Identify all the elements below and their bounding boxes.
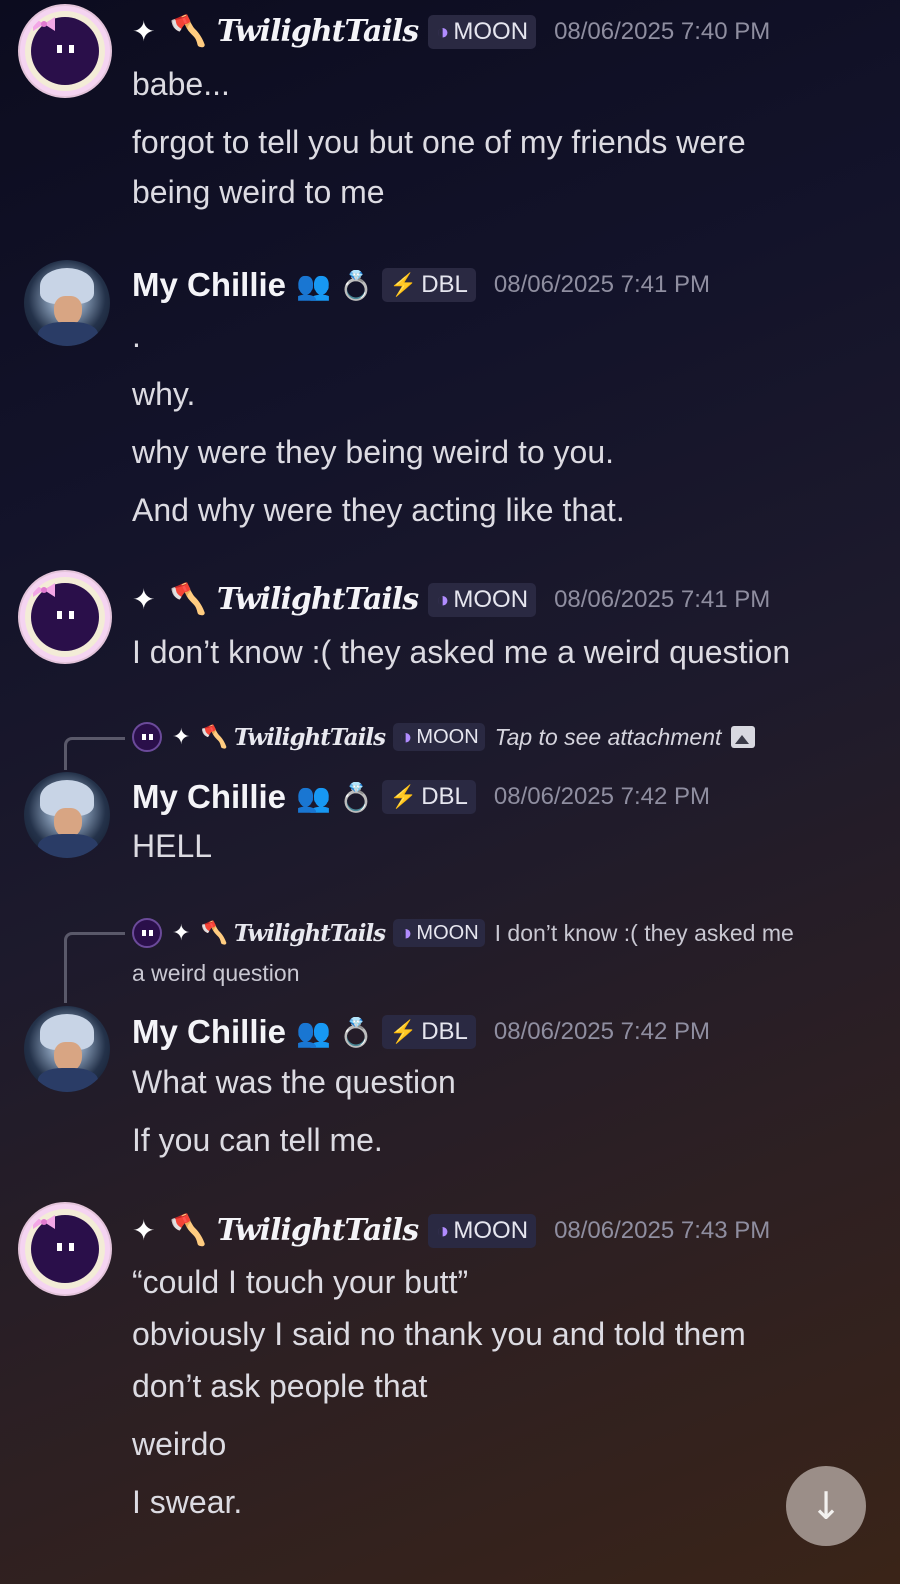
- reply-username: TwilightTails: [233, 919, 386, 947]
- axe-icon: 🪓: [169, 14, 207, 49]
- timestamp: 08/06/2025 7:42 PM: [493, 783, 711, 810]
- sparkle-icon: ✦: [132, 583, 156, 616]
- twilight-avatar[interactable]: [20, 1204, 110, 1294]
- message-text: babe...: [132, 66, 230, 102]
- twilight-avatar[interactable]: [20, 572, 110, 662]
- bow-icon: [33, 17, 55, 31]
- message-text: .: [132, 318, 141, 354]
- reply-preview[interactable]: ✦ 🪓 TwilightTails ◑ MOON Tap to see attac…: [132, 722, 756, 752]
- axe-icon: 🪓: [169, 582, 207, 617]
- server-tag: ◑ MOON: [393, 919, 485, 947]
- message-text: And why were they acting like that.: [132, 492, 625, 528]
- server-tag[interactable]: ◑ MOON: [428, 1213, 537, 1248]
- chillie-avatar[interactable]: [24, 1006, 110, 1092]
- reply-snippet: I don’t know :( they asked me: [494, 919, 794, 946]
- lightning-icon: ⚡: [389, 1019, 418, 1044]
- server-tag: ◑ MOON: [393, 723, 485, 751]
- people-icon: 👥: [296, 1015, 331, 1049]
- timestamp: 08/06/2025 7:43 PM: [554, 1216, 771, 1244]
- timestamp: 08/06/2025 7:41 PM: [493, 271, 711, 298]
- server-tag[interactable]: ⚡ DBL: [381, 780, 476, 814]
- twilight-avatar[interactable]: [20, 6, 110, 96]
- username[interactable]: TwilightTails: [217, 1213, 419, 1248]
- username[interactable]: My Chillie: [132, 266, 286, 304]
- moon-icon: ◑: [436, 18, 450, 44]
- face-icon: [57, 611, 74, 619]
- message-text: “could I touch your butt”: [132, 1264, 469, 1300]
- timestamp: 08/06/2025 7:40 PM: [554, 17, 771, 45]
- server-tag[interactable]: ⚡ DBL: [381, 268, 476, 302]
- moon-icon: ◑: [436, 1217, 450, 1243]
- reply-snippet-wrap: a weird question: [132, 960, 300, 986]
- message-text: why.: [132, 376, 196, 412]
- message-text: HELL: [132, 828, 213, 864]
- reply-spine: [64, 737, 125, 770]
- bow-icon: [33, 583, 55, 597]
- image-icon: [731, 726, 756, 748]
- message-text: being weird to me: [132, 174, 385, 210]
- username[interactable]: TwilightTails: [217, 14, 419, 49]
- arrow-down-icon: ↓: [810, 1484, 842, 1528]
- username[interactable]: My Chillie: [132, 1013, 286, 1051]
- reply-avatar: [132, 918, 162, 948]
- reply-avatar: [132, 722, 162, 752]
- axe-icon: 🪓: [200, 920, 228, 945]
- scroll-to-bottom-button[interactable]: ↓: [786, 1466, 866, 1546]
- username[interactable]: TwilightTails: [217, 582, 419, 617]
- lightning-icon: ⚡: [389, 784, 418, 809]
- people-icon: 👥: [296, 780, 331, 814]
- axe-icon: 🪓: [169, 1213, 207, 1248]
- reply-preview[interactable]: ✦ 🪓 TwilightTails ◑ MOON I don’t know :( …: [132, 918, 794, 948]
- sparkle-icon: ✦: [132, 15, 156, 48]
- username[interactable]: My Chillie: [132, 778, 286, 816]
- people-icon: 👥: [296, 268, 331, 302]
- sparkle-icon: ✦: [172, 724, 191, 749]
- message-text: don’t ask people that: [132, 1368, 428, 1404]
- lightning-icon: ⚡: [389, 272, 418, 297]
- timestamp: 08/06/2025 7:42 PM: [493, 1018, 711, 1045]
- message-text: forgot to tell you but one of my friends…: [132, 124, 746, 160]
- server-tag[interactable]: ◑ MOON: [428, 582, 537, 617]
- server-tag[interactable]: ⚡ DBL: [381, 1015, 476, 1049]
- moon-icon: ◑: [399, 724, 413, 749]
- reply-username: TwilightTails: [233, 723, 386, 751]
- message-text: weirdo: [132, 1426, 227, 1462]
- sparkle-icon: ✦: [132, 1214, 156, 1247]
- moon-icon: ◑: [399, 920, 413, 945]
- message-text: I don’t know :( they asked me a weird qu…: [132, 634, 791, 670]
- attachment-link[interactable]: Tap to see attachment: [495, 724, 722, 751]
- face-icon: [57, 45, 74, 53]
- message-text: If you can tell me.: [132, 1122, 383, 1158]
- message-text: I swear.: [132, 1484, 243, 1520]
- message-text: obviously I said no thank you and told t…: [132, 1316, 746, 1352]
- chillie-avatar[interactable]: [24, 260, 110, 346]
- timestamp: 08/06/2025 7:41 PM: [554, 585, 771, 613]
- chillie-avatar[interactable]: [24, 772, 110, 858]
- bow-icon: [33, 1215, 55, 1229]
- server-tag[interactable]: ◑ MOON: [428, 14, 537, 49]
- message-text: why were they being weird to you.: [132, 434, 615, 470]
- axe-icon: 🪓: [200, 724, 228, 749]
- face-icon: [57, 1243, 74, 1251]
- message-text: What was the question: [132, 1064, 456, 1100]
- moon-icon: ◑: [436, 586, 450, 612]
- reply-spine: [64, 932, 125, 1003]
- ring-icon: 💍: [338, 1015, 374, 1049]
- ring-icon: 💍: [338, 268, 374, 302]
- sparkle-icon: ✦: [172, 920, 191, 945]
- ring-icon: 💍: [338, 780, 374, 814]
